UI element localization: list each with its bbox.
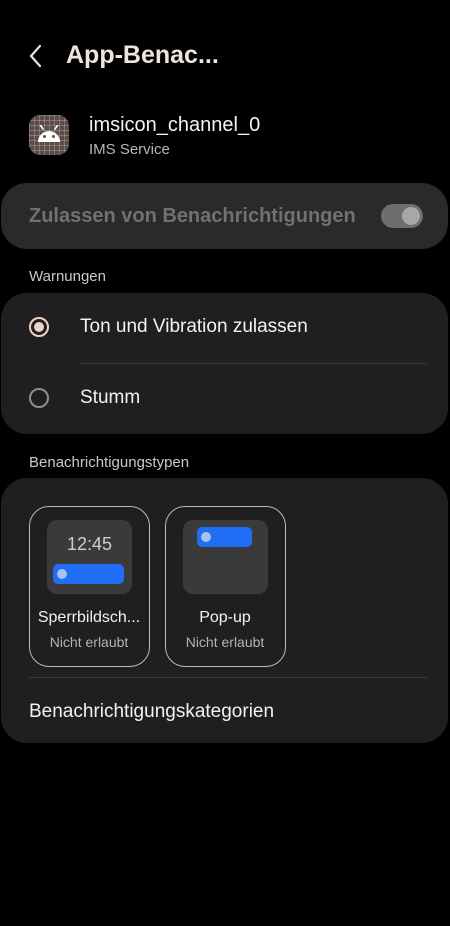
app-info: imsicon_channel_0 IMS Service	[0, 110, 450, 166]
popup-preview	[183, 520, 268, 594]
allow-notifications-toggle[interactable]	[381, 204, 423, 228]
header: App-Benac...	[0, 28, 450, 86]
type-tile-title: Pop-up	[199, 609, 251, 626]
warning-option-mute[interactable]: Stumm	[1, 364, 448, 434]
notification-dot	[201, 532, 211, 542]
notification-types-section-label: Benachrichtigungstypen	[29, 454, 190, 471]
type-tile-lockscreen[interactable]: 12:45 Sperrbildsch... Nicht erlaubt	[29, 506, 150, 667]
toggle-knob	[402, 207, 420, 225]
chevron-left-icon	[29, 44, 42, 68]
type-tile-status: Nicht erlaubt	[185, 634, 265, 650]
notification-preview-bar	[197, 527, 252, 547]
allow-notifications-label: Zulassen von Benachrichtigungen	[29, 205, 356, 227]
lockscreen-preview: 12:45	[47, 520, 132, 594]
notification-categories-label: Benachrichtigungskategorien	[29, 701, 275, 722]
radio-selected-icon	[29, 317, 49, 337]
type-tile-title: Sperrbildsch...	[37, 609, 141, 626]
app-name: imsicon_channel_0	[89, 114, 261, 136]
notification-preview-bar	[53, 564, 124, 584]
warning-option-label: Ton und Vibration zulassen	[80, 316, 308, 337]
warning-option-sound-vibration[interactable]: Ton und Vibration zulassen	[1, 293, 448, 363]
warnings-section-label: Warnungen	[29, 268, 106, 285]
preview-time: 12:45	[66, 534, 113, 554]
android-app-icon	[29, 115, 69, 155]
notification-dot	[57, 569, 67, 579]
back-button[interactable]	[22, 40, 54, 72]
warnings-card: Ton und Vibration zulassen Stumm	[1, 293, 448, 434]
divider	[29, 677, 427, 678]
radio-unselected-icon	[29, 388, 49, 408]
app-subtitle: IMS Service	[89, 141, 170, 158]
allow-notifications-card[interactable]: Zulassen von Benachrichtigungen	[1, 183, 448, 249]
notification-categories-row[interactable]: Benachrichtigungskategorien	[1, 679, 448, 743]
type-tile-status: Nicht erlaubt	[49, 634, 129, 650]
page-title: App-Benac...	[66, 41, 219, 69]
notification-types-card: 12:45 Sperrbildsch... Nicht erlaubt Pop-…	[1, 478, 448, 743]
type-tile-popup[interactable]: Pop-up Nicht erlaubt	[165, 506, 286, 667]
warning-option-label: Stumm	[80, 387, 141, 408]
